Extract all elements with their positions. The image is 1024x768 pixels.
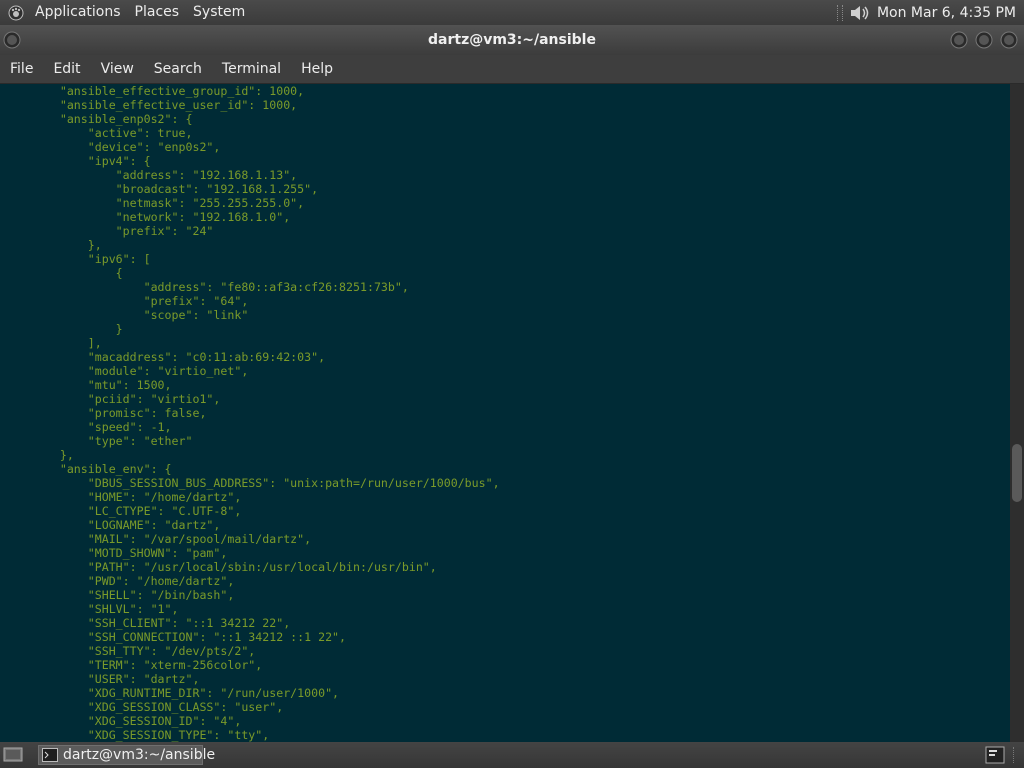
terminal-menubar: File Edit View Search Terminal Help xyxy=(0,55,1024,84)
menu-edit[interactable]: Edit xyxy=(43,55,90,83)
terminal-line: }, xyxy=(4,448,74,462)
terminal-line: "scope": "link" xyxy=(4,308,249,322)
terminal-line: "active": true, xyxy=(4,126,193,140)
workspace-switcher-icon[interactable] xyxy=(985,746,1005,764)
bottom-panel: dartz@vm3:~/ansible xyxy=(0,742,1024,768)
terminal-line: "ipv4": { xyxy=(4,154,151,168)
taskbar-terminal-label: dartz@vm3:~/ansible xyxy=(63,747,216,763)
scrollbar-thumb[interactable] xyxy=(1012,444,1022,502)
terminal-output[interactable]: "ansible_effective_group_id": 1000, "ans… xyxy=(0,84,1010,742)
menu-help[interactable]: Help xyxy=(291,55,343,83)
menu-terminal[interactable]: Terminal xyxy=(212,55,291,83)
gnome-foot-icon[interactable] xyxy=(7,4,25,22)
terminal-line: "address": "fe80::af3a:cf26:8251:73b", xyxy=(4,280,409,294)
window-title: dartz@vm3:~/ansible xyxy=(428,32,596,48)
terminal-icon xyxy=(42,748,58,762)
terminal-line: "LOGNAME": "dartz", xyxy=(4,518,221,532)
top-panel: Applications Places System Mon Mar 6, 4:… xyxy=(0,0,1024,25)
terminal-line: "type": "ether" xyxy=(4,434,193,448)
minimize-icon[interactable] xyxy=(950,31,968,49)
terminal-line: "XDG_SESSION_ID": "4", xyxy=(4,714,242,728)
terminal-line: "TERM": "xterm-256color", xyxy=(4,658,263,672)
terminal-line: "ansible_env": { xyxy=(4,462,172,476)
terminal-line: "SHELL": "/bin/bash", xyxy=(4,588,235,602)
terminal-line: "pciid": "virtio1", xyxy=(4,392,221,406)
terminal-line: "network": "192.168.1.0", xyxy=(4,210,291,224)
applications-menu[interactable]: Applications xyxy=(28,0,128,25)
terminal-line: "broadcast": "192.168.1.255", xyxy=(4,182,319,196)
window-titlebar[interactable]: dartz@vm3:~/ansible xyxy=(0,25,1024,55)
terminal-line: }, xyxy=(4,238,102,252)
terminal-line: "mtu": 1500, xyxy=(4,378,172,392)
terminal-line: "ansible_effective_user_id": 1000, xyxy=(4,98,298,112)
terminal-line: "ipv6": [ xyxy=(4,252,151,266)
terminal-line: "SSH_CLIENT": "::1 34212 22", xyxy=(4,616,291,630)
terminal-scrollbar[interactable] xyxy=(1010,84,1024,742)
volume-icon[interactable] xyxy=(849,3,871,23)
terminal-line: "netmask": "255.255.255.0", xyxy=(4,196,305,210)
clock[interactable]: Mon Mar 6, 4:35 PM xyxy=(871,5,1024,21)
terminal-line: "SSH_CONNECTION": "::1 34212 ::1 22", xyxy=(4,630,347,644)
terminal-text: "ansible_effective_group_id": 1000, "ans… xyxy=(0,84,500,742)
terminal-line: "speed": -1, xyxy=(4,420,172,434)
terminal-line: "DBUS_SESSION_BUS_ADDRESS": "unix:path=/… xyxy=(4,476,500,490)
terminal-line: "PWD": "/home/dartz", xyxy=(4,574,235,588)
terminal-line: "SHLVL": "1", xyxy=(4,602,179,616)
terminal-line: ], xyxy=(4,336,102,350)
terminal-line: "ansible_enp0s2": { xyxy=(4,112,193,126)
menu-view[interactable]: View xyxy=(91,55,144,83)
show-desktop-icon[interactable] xyxy=(2,746,24,764)
terminal-line: "MAIL": "/var/spool/mail/dartz", xyxy=(4,532,312,546)
system-menu[interactable]: System xyxy=(186,0,252,25)
terminal-line: "macaddress": "c0:11:ab:69:42:03", xyxy=(4,350,326,364)
terminal-line: "MOTD_SHOWN": "pam", xyxy=(4,546,228,560)
terminal-line: "device": "enp0s2", xyxy=(4,140,221,154)
terminal-line: "USER": "dartz", xyxy=(4,672,200,686)
maximize-icon[interactable] xyxy=(975,31,993,49)
terminal-line: "module": "virtio_net", xyxy=(4,364,249,378)
places-menu[interactable]: Places xyxy=(128,0,187,25)
terminal-line: "PATH": "/usr/local/sbin:/usr/local/bin:… xyxy=(4,560,437,574)
terminal-line: } xyxy=(4,322,123,336)
terminal-line: "prefix": "64", xyxy=(4,294,249,308)
terminal-line: "address": "192.168.1.13", xyxy=(4,168,298,182)
terminal-line: "XDG_SESSION_TYPE": "tty", xyxy=(4,728,270,742)
close-icon[interactable] xyxy=(1000,31,1018,49)
terminal-line: "XDG_SESSION_CLASS": "user", xyxy=(4,700,284,714)
panel-handle[interactable] xyxy=(836,4,843,21)
terminal-line: "HOME": "/home/dartz", xyxy=(4,490,242,504)
terminal-line: "LC_CTYPE": "C.UTF-8", xyxy=(4,504,242,518)
menu-file[interactable]: File xyxy=(0,55,43,83)
terminal-line: { xyxy=(4,266,123,280)
terminal-line: "promisc": false, xyxy=(4,406,207,420)
terminal-line: "ansible_effective_group_id": 1000, xyxy=(4,84,305,98)
menu-search[interactable]: Search xyxy=(144,55,212,83)
terminal-line: "XDG_RUNTIME_DIR": "/run/user/1000", xyxy=(4,686,340,700)
terminal-line: "prefix": "24" xyxy=(4,224,214,238)
panel-handle[interactable] xyxy=(1013,747,1018,763)
terminal-line: "SSH_TTY": "/dev/pts/2", xyxy=(4,644,256,658)
taskbar-terminal-button[interactable]: dartz@vm3:~/ansible xyxy=(38,745,215,765)
